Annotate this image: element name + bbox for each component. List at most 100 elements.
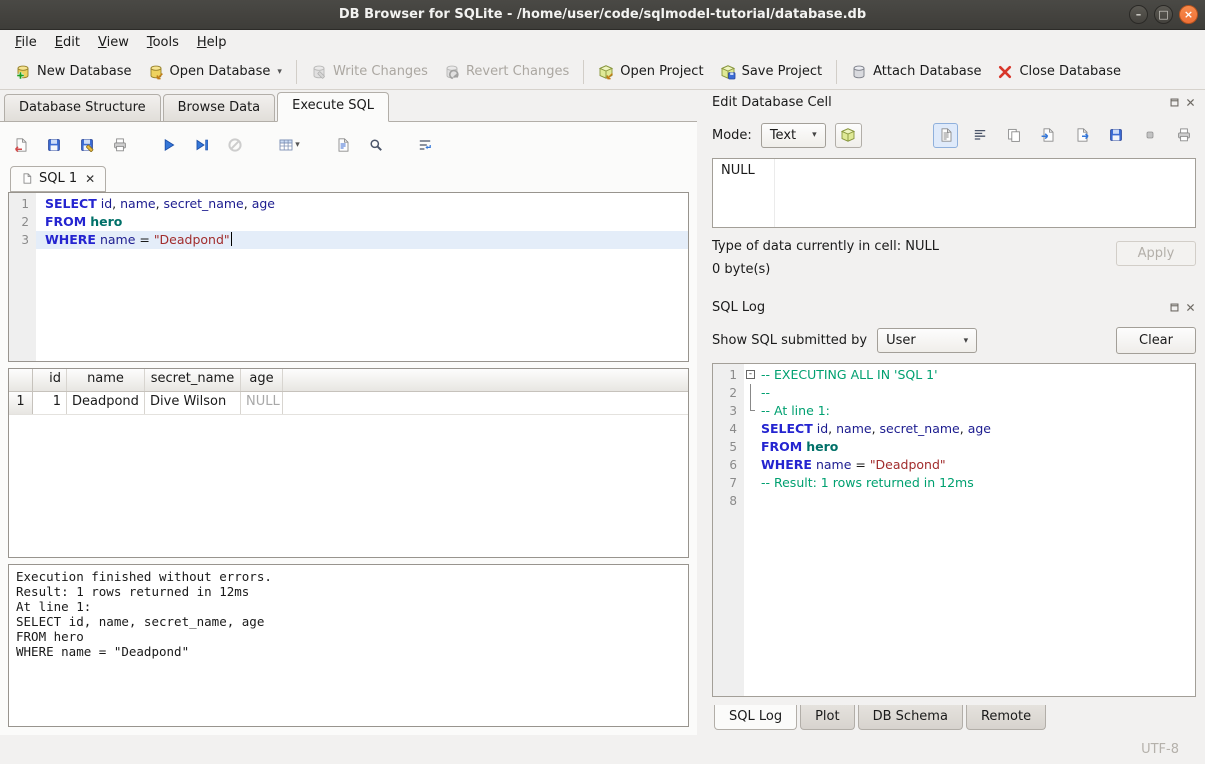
close-panel-icon[interactable] (1185, 302, 1196, 313)
tab-browse-data[interactable]: Browse Data (163, 94, 276, 122)
code-line[interactable]: 5FROM hero (713, 438, 1195, 456)
toolbar-separator (836, 60, 837, 84)
print-cell-button[interactable] (1171, 123, 1196, 148)
save-project-button[interactable]: Save Project (712, 59, 831, 85)
tab-plot[interactable]: Plot (800, 705, 855, 730)
close-database-button[interactable]: Close Database (989, 59, 1129, 85)
open-project-label: Open Project (620, 64, 703, 79)
export-cell-button[interactable] (1069, 123, 1094, 148)
tab-execute-sql[interactable]: Execute SQL (277, 92, 389, 122)
cell-id[interactable]: 1 (33, 392, 67, 414)
log-filter-select[interactable]: User ▾ (877, 328, 977, 353)
copy-cell-button[interactable] (1001, 123, 1026, 148)
new-database-button[interactable]: New Database (7, 59, 140, 85)
word-wrap-button[interactable] (412, 133, 438, 157)
export-results-button[interactable]: ▾ (271, 133, 307, 157)
save-results-view-button[interactable] (330, 133, 356, 157)
fold-marker (744, 420, 759, 438)
menu-view[interactable]: View (89, 32, 138, 53)
save-sql-as-button[interactable] (74, 133, 100, 157)
line-number: 1 (713, 366, 744, 384)
sql-log-view[interactable]: 1--- EXECUTING ALL IN 'SQL 1'2--3-- At l… (712, 363, 1196, 697)
fold-marker[interactable]: - (744, 366, 759, 384)
float-panel-icon[interactable] (1169, 302, 1180, 313)
line-number: 6 (713, 456, 744, 474)
edit-cell-header: Edit Database Cell (712, 92, 1196, 113)
column-header-age[interactable]: age (241, 369, 283, 391)
code-line[interactable]: 1SELECT id, name, secret_name, age (9, 195, 688, 213)
open-sql-file-button[interactable] (8, 133, 34, 157)
code-line[interactable]: 3-- At line 1: (713, 402, 1195, 420)
apply-format-button[interactable] (835, 123, 862, 148)
column-header-secret_name[interactable]: secret_name (145, 369, 241, 391)
tab-remote[interactable]: Remote (966, 705, 1046, 730)
dropdown-arrow-icon: ▾ (295, 140, 300, 150)
cell-icons (933, 123, 1196, 148)
column-header-name[interactable]: name (67, 369, 145, 391)
open-database-icon (148, 64, 164, 80)
menu-edit[interactable]: Edit (46, 32, 89, 53)
save-sql-file-button[interactable] (41, 133, 67, 157)
execution-message: Execution finished without errors. Resul… (8, 564, 689, 727)
cell-editor[interactable]: NULL (712, 158, 1196, 228)
fold-marker (744, 402, 759, 420)
menu-tools[interactable]: Tools (138, 32, 188, 53)
line-number: 3 (9, 231, 36, 249)
code-line[interactable]: 8 (713, 492, 1195, 510)
word-wrap-cell-button[interactable] (967, 123, 992, 148)
text-cursor (231, 232, 232, 246)
code-text: -- (759, 384, 1195, 402)
window-controls: –□ × (1129, 5, 1198, 24)
find-replace-button[interactable] (363, 133, 389, 157)
close-button[interactable]: × (1179, 5, 1198, 24)
code-line[interactable]: 1--- EXECUTING ALL IN 'SQL 1' (713, 366, 1195, 384)
code-line[interactable]: 2FROM hero (9, 213, 688, 231)
save-project-label: Save Project (742, 64, 823, 79)
menu-file[interactable]: File (6, 32, 46, 53)
text-mode-button[interactable] (933, 123, 958, 148)
attach-database-label: Attach Database (873, 64, 981, 79)
menu-help[interactable]: Help (188, 32, 236, 53)
set-null-button[interactable] (1137, 123, 1162, 148)
cell-age[interactable]: NULL (241, 392, 283, 414)
close-panel-icon[interactable] (1185, 97, 1196, 108)
import-cell-button[interactable] (1035, 123, 1060, 148)
maximize-button[interactable]: □ (1154, 5, 1173, 24)
close-tab-icon[interactable]: ✕ (85, 172, 95, 186)
code-line[interactable]: 7-- Result: 1 rows returned in 12ms (713, 474, 1195, 492)
tab-sql-log[interactable]: SQL Log (714, 705, 797, 730)
code-line[interactable]: 3WHERE name = "Deadpond" (9, 231, 688, 249)
mode-select[interactable]: Text ▾ (761, 123, 826, 148)
encoding-label: UTF-8 (1141, 742, 1179, 757)
apply-button: Apply (1116, 241, 1196, 266)
tab-sql-1[interactable]: SQL 1 ✕ (10, 166, 106, 192)
dock-tab-bar: SQL LogPlotDB SchemaRemote (712, 705, 1196, 735)
open-database-button[interactable]: Open Database▾ (140, 59, 290, 85)
cell-name[interactable]: Deadpond (67, 392, 145, 414)
code-text: -- Result: 1 rows returned in 12ms (759, 474, 1195, 492)
execute-all-button[interactable] (156, 133, 182, 157)
results-corner (9, 369, 33, 391)
float-panel-icon[interactable] (1169, 97, 1180, 108)
tab-db-schema[interactable]: DB Schema (858, 705, 963, 730)
table-row[interactable]: 11DeadpondDive WilsonNULL (9, 392, 688, 415)
minimize-button[interactable]: – (1129, 5, 1148, 24)
attach-database-button[interactable]: Attach Database (843, 59, 989, 85)
code-line[interactable]: 4SELECT id, name, secret_name, age (713, 420, 1195, 438)
fold-marker (744, 456, 759, 474)
title-bar[interactable]: DB Browser for SQLite - /home/user/code/… (0, 0, 1205, 30)
save-cell-button[interactable] (1103, 123, 1128, 148)
collapse-icon[interactable]: - (746, 370, 755, 379)
cell-mode-row: Mode: Text ▾ (712, 121, 1196, 149)
sql-editor[interactable]: 1SELECT id, name, secret_name, age2FROM … (8, 192, 689, 362)
clear-log-button[interactable]: Clear (1116, 327, 1196, 354)
code-line[interactable]: 2-- (713, 384, 1195, 402)
open-project-button[interactable]: Open Project (590, 59, 711, 85)
tab-database-structure[interactable]: Database Structure (4, 94, 161, 122)
execute-current-line-button[interactable] (189, 133, 215, 157)
sql-log-title: SQL Log (712, 300, 765, 315)
code-line[interactable]: 6WHERE name = "Deadpond" (713, 456, 1195, 474)
cell-secret_name[interactable]: Dive Wilson (145, 392, 241, 414)
column-header-id[interactable]: id (33, 369, 67, 391)
print-sql-button[interactable] (107, 133, 133, 157)
